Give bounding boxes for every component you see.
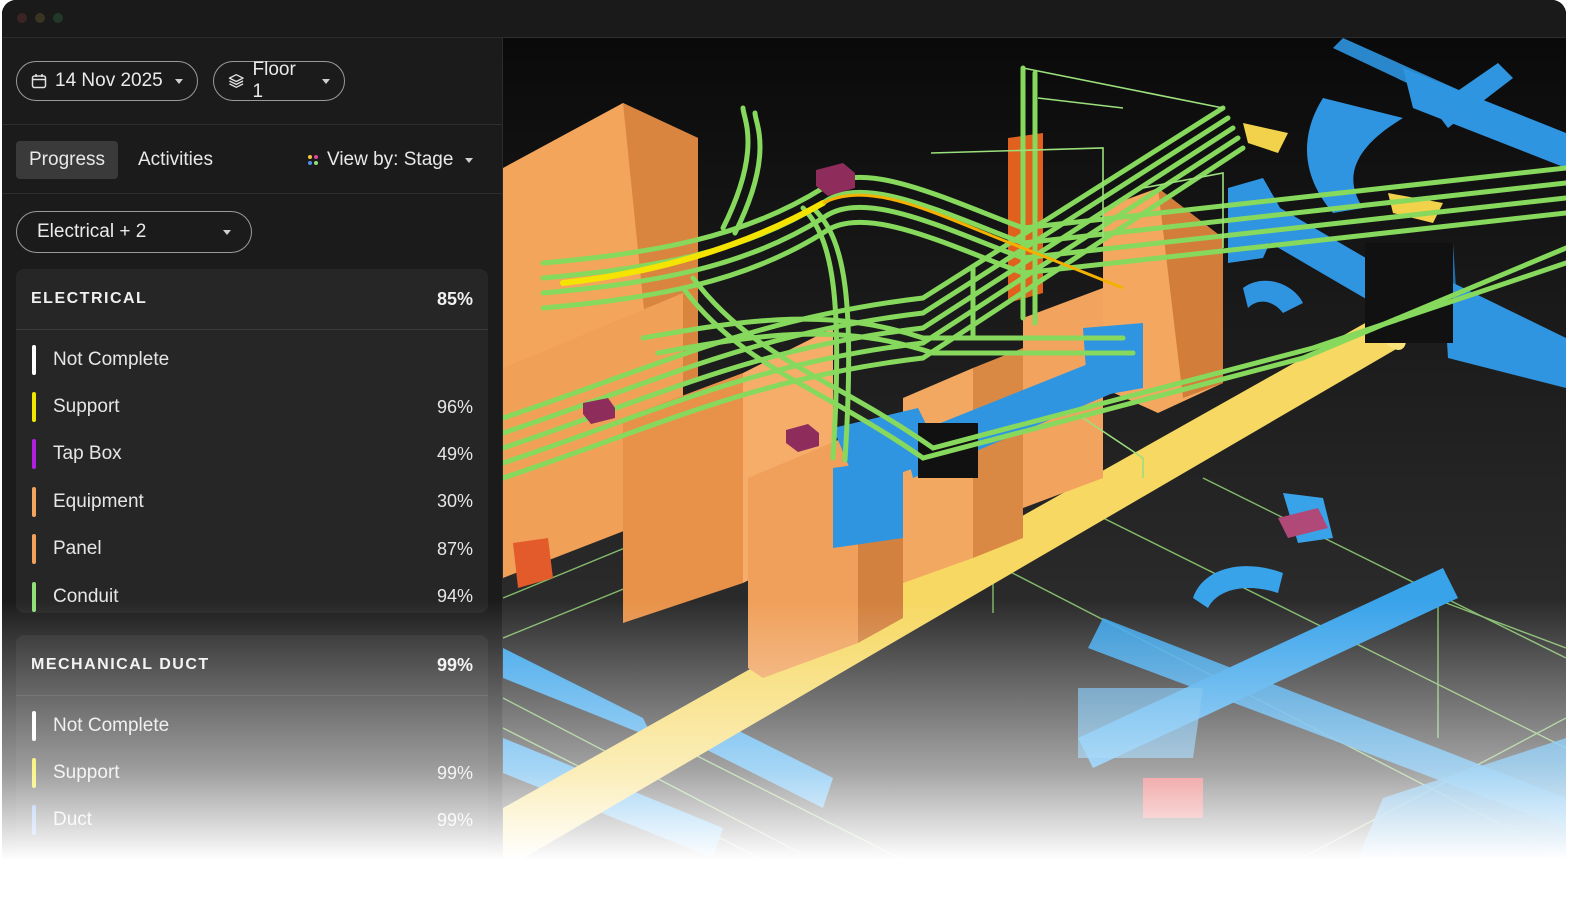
bim-model-render (503, 38, 1566, 870)
legend-swatch (32, 439, 36, 470)
item-label: Duct (53, 809, 93, 831)
list-item[interactable]: Not Complete (16, 702, 488, 749)
item-value: 99% (436, 762, 473, 783)
legend-swatch (32, 710, 36, 741)
floor-label: Floor 1 (252, 59, 296, 102)
tab-activities[interactable]: Activities (125, 141, 226, 179)
list-item[interactable]: Equipment 30% (16, 478, 488, 525)
electrical-progress-card: ELECTRICAL 85% Not Complete Support 96% T… (16, 269, 488, 613)
item-label: Panel (53, 538, 102, 560)
legend-swatch (32, 392, 36, 423)
list-item[interactable]: Support 99% (16, 749, 488, 796)
minimize-window-button[interactable] (35, 13, 45, 23)
view-by-label: View by: Stage (327, 149, 454, 170)
item-value: 96% (436, 396, 473, 417)
calendar-icon (31, 74, 47, 89)
floor-selector[interactable]: Floor 1 (213, 59, 345, 102)
list-item[interactable]: Support 96% (16, 383, 488, 430)
item-label: Conduit (53, 585, 119, 607)
tab-activities-label: Activities (138, 149, 213, 170)
item-label: Not Complete (53, 348, 170, 370)
list-item[interactable]: Conduit 94% (16, 573, 488, 620)
card-header: ELECTRICAL 85% (16, 269, 488, 330)
item-value: 94% (436, 586, 473, 607)
tab-progress-label: Progress (29, 149, 106, 170)
date-picker[interactable]: 14 Nov 2025 (16, 61, 198, 101)
section-title: ELECTRICAL (31, 290, 148, 307)
bim-3d-viewport[interactable] (503, 38, 1566, 870)
item-label: Support (53, 396, 120, 418)
item-value: 99% (436, 809, 473, 830)
view-by-dropdown[interactable]: View by: Stage (294, 141, 486, 179)
item-value: 30% (436, 491, 473, 512)
item-label: Not Complete (53, 714, 170, 736)
card-header: MECHANICAL DUCT 99% (16, 635, 488, 696)
section-title: MECHANICAL DUCT (31, 656, 210, 673)
list-item[interactable]: Panel 87% (16, 526, 488, 573)
color-dots-icon (308, 155, 318, 165)
chevron-down-icon (174, 78, 183, 84)
legend-swatch (32, 486, 36, 517)
list-item[interactable]: Duct 99% (16, 797, 488, 844)
chevron-down-icon (223, 229, 231, 235)
legend-swatch (32, 534, 36, 565)
list-item[interactable]: Not Complete (16, 336, 488, 383)
item-value: 49% (436, 443, 473, 464)
legend-swatch (32, 344, 36, 375)
item-value: 87% (436, 538, 473, 559)
section-percent: 99% (436, 654, 473, 675)
divider (2, 124, 502, 125)
chevron-down-icon (465, 157, 474, 163)
chevron-down-icon (322, 78, 330, 84)
app-window: 14 Nov 2025 Floor 1 Progress Activities (2, 0, 1566, 870)
progress-sidebar: 14 Nov 2025 Floor 1 Progress Activities (2, 38, 503, 870)
legend-swatch (32, 805, 36, 836)
trade-filter-label: Electrical + 2 (37, 221, 147, 242)
item-label: Support (53, 762, 120, 784)
legend-swatch (32, 758, 36, 789)
section-percent: 85% (436, 288, 473, 309)
trade-filter-dropdown[interactable]: Electrical + 2 (16, 211, 252, 253)
tab-progress[interactable]: Progress (16, 141, 119, 179)
layers-icon (228, 74, 244, 88)
close-window-button[interactable] (17, 13, 27, 23)
item-label: Tap Box (53, 443, 122, 465)
title-bar (2, 0, 1566, 38)
list-item[interactable]: Tap Box 49% (16, 431, 488, 478)
divider (2, 193, 502, 194)
maximize-window-button[interactable] (53, 13, 63, 23)
legend-swatch (32, 581, 36, 612)
item-label: Equipment (53, 490, 144, 512)
mechanical-duct-progress-card: MECHANICAL DUCT 99% Not Complete Support… (16, 635, 488, 870)
date-label: 14 Nov 2025 (55, 70, 163, 91)
